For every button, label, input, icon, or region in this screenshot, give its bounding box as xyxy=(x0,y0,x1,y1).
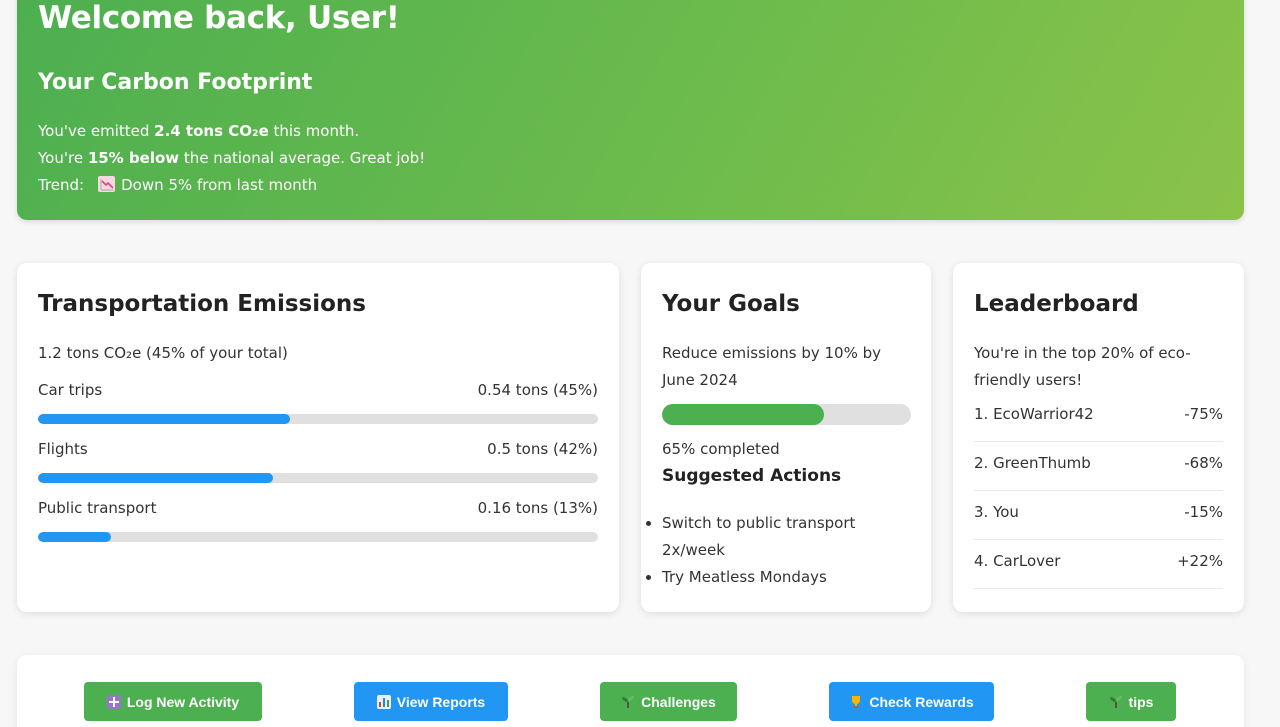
emission-row-flights: Flights 0.5 tons (42%) xyxy=(38,440,598,464)
transportation-card: Transportation Emissions 1.2 tons CO₂e (… xyxy=(17,263,619,612)
suggested-actions-title: Suggested Actions xyxy=(662,466,842,486)
leaderboard-title: Leaderboard xyxy=(974,291,1139,317)
button-label: Challenges xyxy=(641,693,716,710)
trend-text: Trend: Down 5% from last month xyxy=(38,175,317,195)
emission-bar-fill xyxy=(38,414,290,424)
emission-row-public: Public transport 0.16 tons (13%) xyxy=(38,499,598,523)
log-activity-button[interactable]: Log New Activity xyxy=(84,682,262,721)
leaderboard-percent: -68% xyxy=(1184,454,1223,472)
view-reports-button[interactable]: View Reports xyxy=(354,682,508,721)
goal-progress-fill xyxy=(662,404,824,425)
emission-bar-car xyxy=(38,414,598,424)
emission-label: Public transport xyxy=(38,499,157,517)
tips-button[interactable]: tips xyxy=(1086,682,1176,721)
trend-label: Trend: xyxy=(38,176,85,194)
leaderboard-name: 4. CarLover xyxy=(974,552,1061,570)
leaderboard-name: 2. GreenThumb xyxy=(974,454,1091,472)
bar-chart-icon xyxy=(376,694,391,709)
leaderboard-percent: -15% xyxy=(1184,503,1223,521)
leaderboard-intro: You're in the top 20% of eco-friendly us… xyxy=(974,344,1191,389)
emission-value: 0.5 tons (42%) xyxy=(487,440,598,458)
suggested-actions-list: Switch to public transport 2x/week Try M… xyxy=(646,510,912,591)
button-label: Log New Activity xyxy=(126,693,240,710)
emission-label: Car trips xyxy=(38,381,103,399)
emission-bar-fill xyxy=(38,532,111,542)
emission-bar-public xyxy=(38,532,598,542)
challenges-button[interactable]: Challenges xyxy=(600,682,737,721)
seedling-icon xyxy=(1109,695,1123,709)
plus-icon xyxy=(106,694,121,709)
goal-progress-bar xyxy=(662,404,911,425)
leaderboard-name: 1. EcoWarrior42 xyxy=(974,405,1094,423)
emission-bar-fill xyxy=(38,473,274,483)
leaderboard-percent: -75% xyxy=(1184,405,1223,423)
leaderboard-row: 4. CarLover +22% xyxy=(974,540,1223,589)
monthly-emission-value: 2.4 tons CO₂e xyxy=(154,122,269,140)
emission-value: 0.54 tons (45%) xyxy=(477,381,598,399)
footprint-heading: Your Carbon Footprint xyxy=(38,70,313,95)
leaderboard-row: 1. EcoWarrior42 -75% xyxy=(974,393,1223,442)
leaderboard-row: 2. GreenThumb -68% xyxy=(974,442,1223,491)
check-rewards-button[interactable]: Check Rewards xyxy=(829,682,994,721)
goal-description: Reduce emissions by 10% by June 2024 xyxy=(662,344,881,389)
transport-summary: 1.2 tons CO₂e (45% of your total) xyxy=(38,344,288,362)
welcome-heading: Welcome back, User! xyxy=(38,0,400,36)
monthly-emission-text: You've emitted 2.4 tons CO₂e this month. xyxy=(38,122,360,140)
seedling-icon xyxy=(621,695,635,709)
button-label: Check Rewards xyxy=(869,693,974,710)
emission-bar-flights xyxy=(38,473,598,483)
leaderboard-row: 3. You -15% xyxy=(974,491,1223,540)
quick-actions-bar: Log New Activity View Reports Challenges… xyxy=(17,655,1244,727)
comparison-value: 15% below xyxy=(87,149,180,167)
goals-title: Your Goals xyxy=(662,291,800,317)
goal-progress-text: 65% completed xyxy=(662,440,780,458)
leaderboard-card: Leaderboard You're in the top 20% of eco… xyxy=(953,263,1244,612)
button-label: tips xyxy=(1128,693,1154,710)
trend-value: Down 5% from last month xyxy=(121,176,318,194)
transportation-title: Transportation Emissions xyxy=(38,291,366,317)
national-comparison-text: You're 15% below the national average. G… xyxy=(38,149,426,167)
leaderboard-percent: +22% xyxy=(1177,552,1223,570)
hero-banner: Welcome back, User! Your Carbon Footprin… xyxy=(17,0,1244,220)
button-label: View Reports xyxy=(396,693,486,710)
trophy-icon xyxy=(849,695,863,709)
goals-card: Your Goals Reduce emissions by 10% by Jun… xyxy=(641,263,931,612)
leaderboard-name: 3. You xyxy=(974,503,1019,521)
emission-label: Flights xyxy=(38,440,88,458)
emission-value: 0.16 tons (13%) xyxy=(477,499,598,517)
chart-decreasing-icon xyxy=(98,176,116,192)
emission-row-car: Car trips 0.54 tons (45%) xyxy=(38,381,598,405)
list-item: Switch to public transport 2x/week xyxy=(646,510,912,564)
list-item: Try Meatless Mondays xyxy=(646,564,912,591)
